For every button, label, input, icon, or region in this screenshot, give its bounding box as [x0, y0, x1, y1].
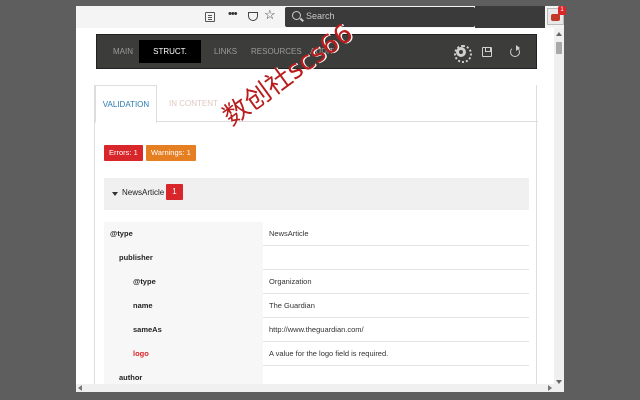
- caret-down-icon: [112, 192, 118, 196]
- properties-table: @type NewsArticle publisher @type Organi…: [104, 222, 529, 390]
- subtabs: VALIDATION IN CONTENT: [95, 85, 538, 123]
- property-value-error-message: A value for the logo field is required.: [269, 349, 389, 358]
- table-row: sameAs http://www.theguardian.com/: [104, 318, 529, 342]
- bookmark-star-icon[interactable]: ☆: [264, 7, 276, 23]
- tab-links[interactable]: LINKS: [210, 40, 241, 63]
- scroll-up-arrow-icon[interactable]: [556, 32, 562, 36]
- property-key: name: [104, 294, 263, 318]
- warnings-badge[interactable]: Warnings: 1: [146, 145, 196, 161]
- extension-icon: [551, 14, 560, 21]
- extension-popup: MAIN STRUCT. DATA LINKS RESOURCES AUDIT …: [76, 28, 564, 392]
- table-row: publisher: [104, 246, 529, 270]
- table-row: @type Organization: [104, 270, 529, 294]
- scroll-down-arrow-icon[interactable]: [556, 380, 562, 384]
- property-key: publisher: [104, 246, 263, 270]
- save-icon[interactable]: [481, 46, 493, 58]
- vertical-scrollbar[interactable]: [554, 28, 564, 392]
- property-value: Organization: [269, 277, 312, 286]
- table-row: @type NewsArticle: [104, 222, 529, 246]
- property-value: http://www.theguardian.com/: [269, 325, 364, 334]
- scroll-left-arrow-icon[interactable]: [78, 385, 82, 391]
- extension-badge: 1: [558, 6, 566, 15]
- table-row: logo A value for the logo field is requi…: [104, 342, 529, 366]
- article-error-count: 1: [166, 184, 183, 200]
- reader-view-icon[interactable]: [205, 12, 215, 22]
- property-value: NewsArticle: [269, 229, 309, 238]
- search-input[interactable]: Search: [285, 7, 475, 27]
- gear-icon[interactable]: [454, 45, 472, 63]
- property-key: @type: [104, 222, 263, 246]
- page-actions-icon[interactable]: •••: [228, 8, 238, 20]
- table-row: name The Guardian: [104, 294, 529, 318]
- property-key: sameAs: [104, 318, 263, 342]
- tab-struct-data[interactable]: STRUCT. DATA: [139, 40, 201, 79]
- seo-extension-button[interactable]: 1: [547, 6, 566, 25]
- property-key: @type: [104, 270, 263, 294]
- tab-main[interactable]: MAIN: [109, 40, 137, 63]
- errors-badge[interactable]: Errors: 1: [104, 145, 143, 161]
- property-key-error: logo: [104, 342, 263, 366]
- pocket-icon[interactable]: [248, 12, 258, 21]
- news-article-header[interactable]: NewsArticle 1: [104, 178, 529, 210]
- property-value: The Guardian: [269, 301, 315, 310]
- tab-validation[interactable]: VALIDATION: [95, 85, 157, 123]
- refresh-icon[interactable]: [509, 45, 521, 58]
- scroll-thumb[interactable]: [556, 42, 562, 54]
- toolbar-spacer: [475, 6, 545, 28]
- scroll-right-arrow-icon[interactable]: [548, 385, 552, 391]
- horizontal-scrollbar[interactable]: [76, 384, 554, 392]
- search-icon: [292, 11, 301, 20]
- article-label: NewsArticle: [122, 188, 165, 197]
